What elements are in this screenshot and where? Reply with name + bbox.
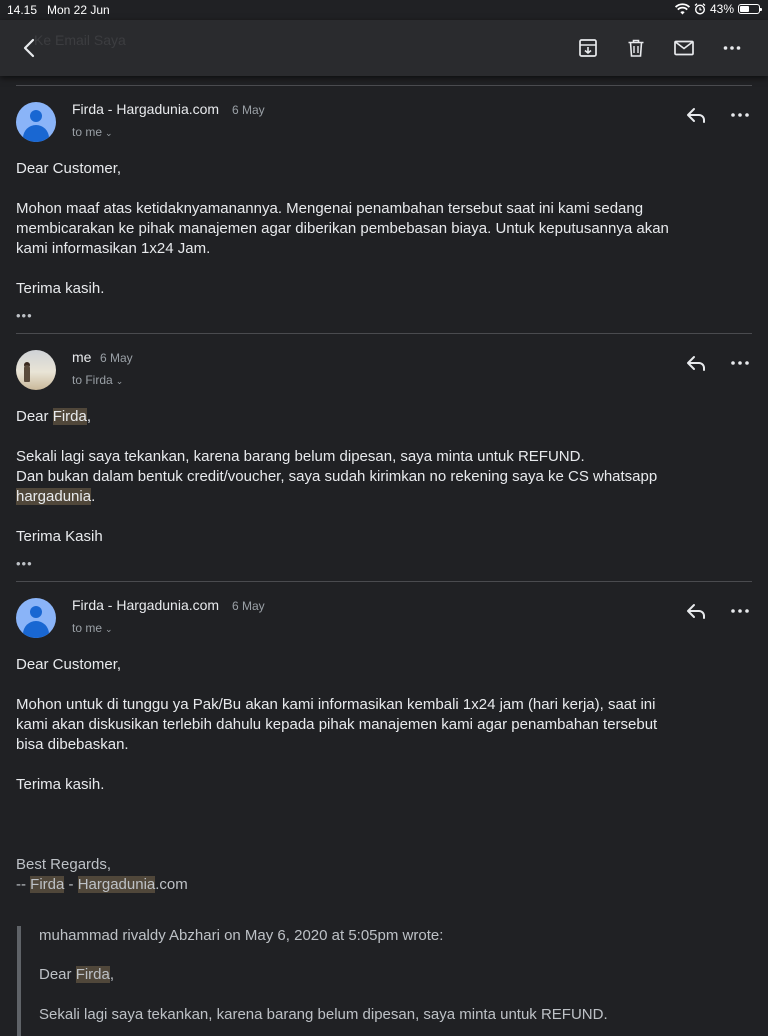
sender-name[interactable]: Firda - Hargadunia.com — [72, 597, 219, 613]
wifi-icon — [674, 3, 690, 15]
status-date: Mon 22 Jun — [47, 3, 110, 17]
email-greeting: Dear Customer, — [16, 656, 122, 673]
chevron-down-icon: ⌄ — [105, 128, 113, 138]
more-horizontal-icon — [723, 46, 741, 50]
trash-icon — [628, 39, 644, 57]
message-divider — [16, 581, 752, 582]
show-trimmed-content-button[interactable]: ••• — [16, 556, 33, 571]
avatar — [16, 350, 56, 390]
email-body-line: bisa dibebaskan. — [16, 736, 129, 753]
email-body-line: kami akan diskusikan terlebih dahulu kep… — [16, 716, 658, 733]
signature-line: Best Regards, — [16, 856, 112, 873]
quoted-greeting: Dear Firda, — [39, 966, 115, 983]
email-closing: Terima kasih. — [16, 776, 105, 793]
reply-icon[interactable] — [684, 351, 708, 375]
recipient-label: to me — [72, 621, 103, 635]
reply-icon[interactable] — [684, 599, 708, 623]
sender-name[interactable]: me — [72, 349, 91, 365]
battery-percent: 43% — [709, 2, 734, 16]
email-body-line: Mohon maaf atas ketidaknyamanannya. Meng… — [16, 200, 644, 217]
email-body-line: kami informasikan 1x24 Jam. — [16, 240, 211, 257]
message-divider — [16, 85, 752, 86]
show-trimmed-content-button[interactable]: ••• — [16, 308, 33, 323]
message-date: 6 May — [100, 351, 133, 365]
message-divider — [16, 333, 752, 334]
message-date: 6 May — [232, 103, 265, 117]
signature-line: -- Firda - Hargadunia.com — [16, 876, 188, 893]
email-body-line: Dan bukan dalam bentuk credit/voucher, s… — [16, 468, 658, 485]
recipient-label: to Firda — [72, 373, 113, 387]
mark-unread-button[interactable] — [670, 34, 698, 62]
archive-icon — [579, 39, 597, 57]
reply-icon[interactable] — [684, 103, 708, 127]
alarm-icon — [694, 3, 706, 15]
avatar — [16, 598, 56, 638]
email-toolbar: Ke Email Saya — [0, 20, 768, 76]
back-arrow-icon — [23, 38, 35, 58]
quoted-header: muhammad rivaldy Abzhari on May 6, 2020 … — [39, 927, 444, 944]
back-button[interactable] — [16, 34, 44, 62]
email-closing: Terima Kasih — [16, 528, 103, 545]
status-time: 14.15 — [7, 3, 38, 17]
recipient-toggle[interactable]: to me ⌄ — [72, 621, 113, 635]
recipient-toggle[interactable]: to me ⌄ — [72, 125, 113, 139]
email-body-line: membicarakan ke pihak manajemen agar dib… — [16, 220, 669, 237]
chevron-down-icon: ⌄ — [115, 376, 124, 386]
delete-button[interactable] — [622, 34, 650, 62]
email-closing: Terima kasih. — [16, 280, 105, 297]
quoted-body-line: Sekali lagi saya tekankan, karena barang… — [39, 1006, 608, 1023]
email-greeting: Dear Customer, — [16, 160, 122, 177]
status-bar: 14.15 Mon 22 Jun 43% — [0, 0, 768, 20]
more-vertical-icon[interactable] — [729, 352, 751, 374]
email-body-line: Mohon untuk di tunggu ya Pak/Bu akan kam… — [16, 696, 656, 713]
email-body-line: Sekali lagi saya tekankan, karena barang… — [16, 448, 585, 465]
mail-icon — [674, 40, 694, 56]
battery-icon — [738, 4, 762, 14]
email-body-line: hargadunia. — [16, 488, 96, 505]
archive-button[interactable] — [574, 34, 602, 62]
status-indicators: 43% — [674, 2, 762, 16]
message-date: 6 May — [232, 599, 265, 613]
quote-bar — [17, 926, 21, 1036]
email-greeting: Dear Firda, — [16, 408, 92, 425]
more-options-button[interactable] — [718, 34, 746, 62]
toolbar-ghost-title: Ke Email Saya — [34, 32, 126, 48]
recipient-label: to me — [72, 125, 103, 139]
more-vertical-icon[interactable] — [729, 104, 751, 126]
avatar — [16, 102, 56, 142]
sender-name[interactable]: Firda - Hargadunia.com — [72, 101, 219, 117]
chevron-down-icon: ⌄ — [105, 624, 113, 634]
more-vertical-icon[interactable] — [729, 600, 751, 622]
recipient-toggle[interactable]: to Firda ⌄ — [72, 373, 123, 387]
